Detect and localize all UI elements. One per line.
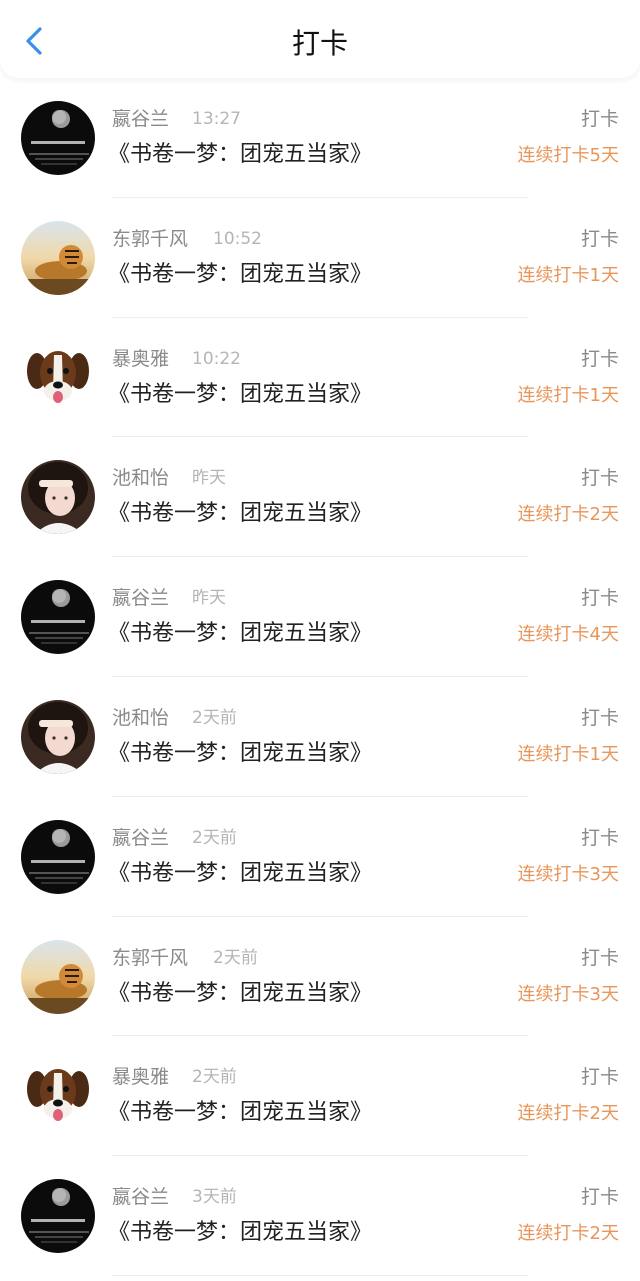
book-title[interactable]: 《书卷一梦：团宠五当家》 bbox=[108, 499, 372, 529]
user-avatar[interactable] bbox=[21, 939, 95, 1014]
user-name[interactable]: 东郭千风 bbox=[112, 946, 188, 970]
user-name[interactable]: 嬴谷兰 bbox=[112, 107, 169, 131]
book-title[interactable]: 《书卷一梦：团宠五当家》 bbox=[108, 859, 372, 889]
streak-badge: 连续打卡3天 bbox=[517, 863, 619, 885]
book-title[interactable]: 《书卷一梦：团宠五当家》 bbox=[108, 739, 372, 769]
checkin-time: 2天前 bbox=[213, 947, 258, 968]
checkin-list-item[interactable]: 嬴谷兰 2天前《书卷一梦：团宠五当家》 打卡连续打卡3天 bbox=[0, 797, 640, 917]
user-avatar[interactable] bbox=[21, 220, 95, 295]
streak-badge: 连续打卡1天 bbox=[517, 264, 619, 286]
streak-badge: 连续打卡5天 bbox=[517, 145, 619, 166]
checkin-time: 13:27 bbox=[192, 109, 241, 129]
checkin-label: 打卡 bbox=[580, 347, 619, 370]
user-name[interactable]: 东郭千风 bbox=[112, 227, 188, 251]
book-title[interactable]: 《书卷一梦：团宠五当家》 bbox=[108, 140, 372, 170]
checkin-list-item[interactable]: 暴奥雅 2天前《书卷一梦：团宠五当家》 打卡连续打卡2天 bbox=[0, 1036, 640, 1157]
checkin-label: 打卡 bbox=[580, 587, 619, 610]
checkin-time: 10:52 bbox=[213, 228, 262, 249]
user-name[interactable]: 池和怡 bbox=[112, 706, 169, 730]
user-avatar[interactable] bbox=[21, 1059, 95, 1134]
book-title[interactable]: 《书卷一梦：团宠五当家》 bbox=[108, 619, 372, 649]
user-avatar[interactable] bbox=[21, 340, 95, 415]
streak-badge: 连续打卡2天 bbox=[517, 1103, 619, 1125]
streak-badge: 连续打卡1天 bbox=[517, 743, 619, 765]
user-name[interactable]: 池和怡 bbox=[112, 466, 169, 490]
checkin-list-item[interactable]: 东郭千风 2天前《书卷一梦：团宠五当家》 打卡连续打卡3天 bbox=[0, 917, 640, 1037]
streak-badge: 连续打卡2天 bbox=[517, 504, 619, 526]
checkin-label: 打卡 bbox=[580, 108, 619, 130]
streak-badge: 连续打卡1天 bbox=[517, 384, 619, 406]
user-name[interactable]: 嬴谷兰 bbox=[112, 586, 169, 610]
checkin-list-item[interactable]: 池和怡 2天前《书卷一梦：团宠五当家》 打卡连续打卡1天 bbox=[0, 677, 640, 797]
page-title: 打卡 bbox=[291, 27, 348, 60]
checkin-list-item[interactable]: 嬴谷兰 3天前《书卷一梦：团宠五当家》 打卡连续打卡2天 bbox=[0, 1156, 640, 1276]
checkin-list-item[interactable]: 东郭千风 10:52 《书卷一梦：团宠五当家》 打卡连续打卡1天 bbox=[0, 198, 640, 318]
book-title[interactable]: 《书卷一梦：团宠五当家》 bbox=[108, 1218, 372, 1248]
top-bar: 打卡 bbox=[0, 0, 640, 78]
book-title[interactable]: 《书卷一梦：团宠五当家》 bbox=[108, 260, 372, 290]
user-avatar[interactable] bbox=[21, 580, 95, 655]
user-name[interactable]: 暴奥雅 bbox=[112, 1065, 169, 1089]
streak-badge: 连续打卡3天 bbox=[517, 983, 619, 1005]
checkin-label: 打卡 bbox=[580, 826, 619, 849]
checkin-label: 打卡 bbox=[580, 946, 619, 969]
checkin-list-item[interactable]: 池和怡 昨天《书卷一梦：团宠五当家》 打卡连续打卡2天 bbox=[0, 437, 640, 558]
user-name[interactable]: 暴奥雅 bbox=[112, 347, 169, 371]
checkin-list-item[interactable]: 暴奥雅 10:22 《书卷一梦：团宠五当家》 打卡连续打卡1天 bbox=[0, 318, 640, 438]
checkin-time: 昨天 bbox=[192, 468, 226, 489]
checkin-time: 2天前 bbox=[192, 827, 237, 848]
streak-badge: 连续打卡4天 bbox=[517, 624, 619, 646]
checkin-label: 打卡 bbox=[580, 467, 619, 490]
streak-badge: 连续打卡2天 bbox=[517, 1223, 619, 1245]
user-avatar[interactable] bbox=[21, 101, 95, 175]
book-title[interactable]: 《书卷一梦：团宠五当家》 bbox=[108, 380, 372, 410]
book-title[interactable]: 《书卷一梦：团宠五当家》 bbox=[108, 1098, 372, 1128]
user-name[interactable]: 嬴谷兰 bbox=[112, 826, 169, 850]
checkin-list-item[interactable]: 嬴谷兰 13:27 《书卷一梦：团宠五当家》 打卡连续打卡5天 bbox=[0, 78, 640, 198]
user-name[interactable]: 嬴谷兰 bbox=[112, 1185, 169, 1209]
checkin-time: 2天前 bbox=[192, 707, 237, 728]
user-avatar[interactable] bbox=[21, 460, 95, 535]
checkin-time: 2天前 bbox=[192, 1067, 237, 1088]
checkin-label: 打卡 bbox=[580, 706, 619, 729]
book-title[interactable]: 《书卷一梦：团宠五当家》 bbox=[108, 979, 372, 1009]
user-avatar[interactable] bbox=[21, 699, 95, 774]
checkin-label: 打卡 bbox=[580, 1066, 619, 1089]
checkin-time: 10:22 bbox=[192, 348, 241, 369]
checkin-label: 打卡 bbox=[580, 227, 619, 250]
checkin-label: 打卡 bbox=[580, 1186, 619, 1209]
row-divider bbox=[112, 1274, 528, 1276]
checkin-list: 嬴谷兰 13:27 《书卷一梦：团宠五当家》 打卡 连续打卡5天 东郭千风 10:52 《书卷… bbox=[0, 78, 640, 1276]
user-avatar[interactable] bbox=[21, 1179, 95, 1254]
checkin-time: 昨天 bbox=[192, 588, 226, 609]
checkin-list-item[interactable]: 嬴谷兰 昨天《书卷一梦：团宠五当家》 打卡连续打卡4天 bbox=[0, 557, 640, 677]
user-avatar[interactable] bbox=[21, 819, 95, 894]
checkin-time: 3天前 bbox=[192, 1187, 237, 1208]
